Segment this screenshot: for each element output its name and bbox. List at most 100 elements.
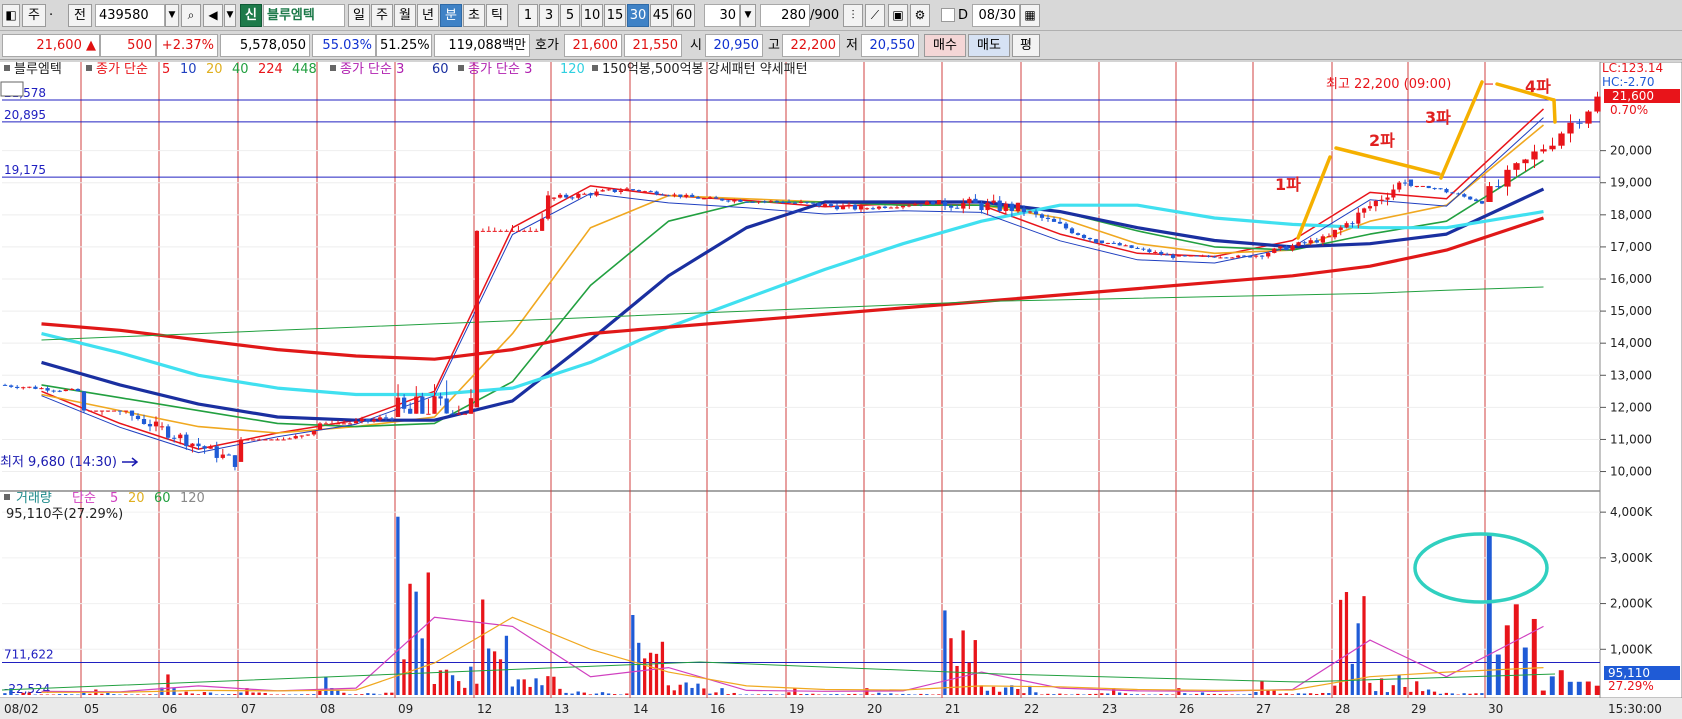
period-button-6[interactable]: 틱 (486, 4, 508, 27)
candle-body (678, 194, 683, 197)
interval-button-5[interactable]: 5 (560, 4, 580, 27)
x-axis-label: 05 (84, 702, 99, 716)
period-button-5[interactable]: 초 (463, 4, 485, 27)
volume-bar (756, 694, 761, 695)
candle-body (1549, 145, 1556, 150)
candle-body (401, 397, 407, 409)
count-input[interactable]: 280 (760, 4, 810, 27)
interval-select[interactable]: 30 (704, 4, 740, 27)
candle-body (1159, 251, 1164, 255)
volume-bar (1106, 693, 1110, 695)
interval-button-1[interactable]: 1 (518, 4, 538, 27)
price-tick-label: 12,000 (1610, 400, 1652, 414)
interval-button-60[interactable]: 60 (673, 4, 695, 27)
x-axis-label: 26 (1179, 702, 1194, 716)
period-button-0[interactable]: 일 (348, 4, 370, 27)
chart-svg[interactable]: 10,000 11,000 12,000 13,000 14,000 15,000 16,0… (0, 61, 1682, 719)
new-badge: 신 (240, 4, 262, 27)
candle-body (1188, 255, 1193, 257)
volume-bar (582, 692, 586, 695)
buy-button[interactable]: 매수 (924, 34, 966, 57)
candle-body (1153, 251, 1158, 253)
interval-dropdown-icon[interactable]: ▼ (740, 4, 756, 27)
interval-button-15[interactable]: 15 (604, 4, 626, 27)
x-axis-label: 30 (1488, 702, 1503, 716)
interval-button-30[interactable]: 30 (627, 4, 649, 27)
scope-select[interactable]: 전 (68, 4, 92, 27)
volume-bar (100, 693, 104, 695)
volume-bar (835, 694, 839, 695)
candle-body (141, 418, 147, 424)
calendar-icon[interactable]: ▦ (1020, 4, 1040, 27)
candle-body (1284, 246, 1289, 251)
candle-body (1356, 212, 1361, 224)
save-icon[interactable]: ▣ (888, 4, 908, 27)
x-axis-label: 08 (320, 702, 335, 716)
volume-bar (15, 694, 19, 695)
volume-bar (672, 690, 676, 695)
volume-bar (1064, 694, 1068, 695)
candle-body (232, 455, 238, 467)
period-button-4[interactable]: 분 (440, 4, 462, 27)
gear-icon[interactable]: ⚙ (910, 4, 930, 27)
current-price: 21,600 ▲ (2, 34, 100, 57)
candle-body (588, 193, 593, 196)
chart-area[interactable]: 10,000 11,000 12,000 13,000 14,000 15,000 16,0… (0, 61, 1682, 719)
speaker-icon[interactable]: ◀ (203, 4, 223, 27)
interval-button-45[interactable]: 45 (650, 4, 672, 27)
date-input[interactable]: 08/30 (972, 4, 1020, 27)
volume-bar (1513, 604, 1519, 695)
candle-body (395, 397, 401, 417)
layout-icon[interactable]: ◧ (2, 4, 20, 27)
candle-body (744, 201, 749, 203)
candle-body (1236, 255, 1241, 258)
candle-body (1403, 182, 1408, 184)
candle-body (359, 418, 365, 422)
candle-body (713, 197, 719, 199)
candle-body (774, 200, 780, 202)
candle-body (720, 198, 725, 201)
volume-bar (805, 694, 809, 695)
sell-button[interactable]: 매도 (968, 34, 1010, 57)
volume-bar (576, 691, 580, 695)
code-dropdown-icon[interactable]: ▼ (165, 4, 179, 27)
search-icon[interactable]: ⌕ (181, 4, 201, 27)
candle-body (1135, 247, 1140, 249)
speaker-dropdown-icon[interactable]: ▼ (224, 4, 236, 27)
candle-body (930, 201, 936, 205)
interval-button-10[interactable]: 10 (581, 4, 603, 27)
period-button-3[interactable]: 년 (417, 4, 439, 27)
volume-bar (1585, 681, 1591, 695)
stock-name[interactable]: 블루엠텍 (263, 4, 345, 27)
market-select[interactable]: 주 (22, 4, 46, 27)
volume-bar (967, 662, 971, 695)
eval-button[interactable]: 평 (1012, 34, 1040, 57)
interval-button-3[interactable]: 3 (539, 4, 559, 27)
candle-icon[interactable]: ⫶ (843, 4, 863, 27)
price-tick-label: 13,000 (1610, 368, 1652, 382)
volume-bar (463, 687, 467, 695)
line-tool-icon[interactable]: ⟋ (865, 4, 885, 27)
candle-body (816, 202, 822, 207)
candle-body (1259, 255, 1265, 257)
candle-body (804, 201, 810, 203)
x-axis-label: 07 (241, 702, 256, 716)
candle-body (924, 201, 930, 205)
volume-bar (744, 694, 749, 695)
candle-body (1414, 185, 1419, 187)
candle-body (323, 423, 329, 425)
candle-body (768, 200, 773, 202)
price-tick-label: 10,000 (1610, 465, 1652, 479)
volume-bar (1100, 693, 1104, 695)
legend-square (592, 65, 598, 71)
volume-bar (166, 674, 170, 695)
candle-body (1123, 245, 1128, 247)
candle-body (1302, 242, 1307, 244)
volume-bar (1278, 693, 1282, 695)
candle-body (389, 418, 395, 420)
period-button-1[interactable]: 주 (371, 4, 393, 27)
period-button-2[interactable]: 월 (394, 4, 416, 27)
volume-bar (450, 675, 455, 695)
code-input[interactable]: 439580 (95, 4, 165, 27)
d-checkbox[interactable] (941, 8, 955, 22)
